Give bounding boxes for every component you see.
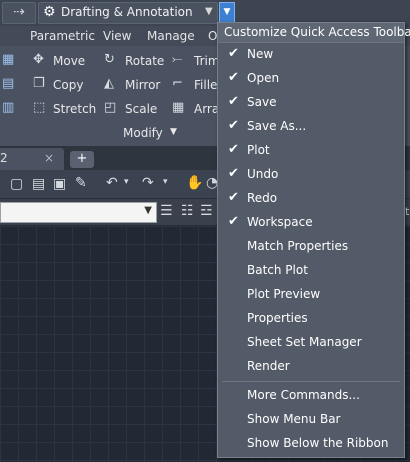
checkmark-icon: ✔ (228, 70, 239, 85)
menu-item-label: New (247, 47, 274, 61)
menu-item-label: Open (247, 71, 280, 85)
menu-title-label: Customize Quick Access Toolbar (224, 25, 410, 39)
close-icon[interactable]: × (44, 151, 54, 165)
draw-icon[interactable]: ▤ (2, 76, 14, 91)
workspace-dropdown[interactable]: ⚙ Drafting & Annotation ▼ (38, 2, 218, 24)
menu-item-label: Save (247, 95, 277, 109)
modify-label: Modify (123, 126, 163, 140)
trim-button[interactable]: Trim (194, 54, 220, 68)
layer-stack-icon[interactable]: ☷ (181, 203, 194, 219)
menu-item-label: Plot (247, 143, 270, 157)
menu-item-label: Properties (247, 311, 308, 325)
menu-item-label: Save As... (247, 119, 307, 133)
menu-item-workspace[interactable]: ✔ Workspace (218, 211, 404, 235)
gear-icon: ⚙ (43, 4, 56, 20)
mirror-button[interactable]: Mirror (125, 78, 160, 92)
move-icon: ✥ (33, 52, 44, 67)
trim-icon: ⤚ (172, 52, 183, 67)
fillet-icon: ⌐ (172, 76, 183, 91)
menu-item-match-properties[interactable]: Match Properties (218, 235, 404, 259)
menu-item-label: Show Below the Ribbon (247, 436, 389, 450)
checkmark-icon: ✔ (228, 118, 239, 133)
stretch-icon: ⬚ (33, 100, 46, 115)
menu-item-plot[interactable]: ✔ Plot (218, 139, 404, 163)
customize-qat-button[interactable]: ▼ (219, 2, 235, 24)
menu-item-label: More Commands... (247, 388, 360, 402)
chevron-down-icon[interactable]: ▾ (163, 177, 168, 187)
move-button[interactable]: Move (53, 54, 85, 68)
pan-icon[interactable]: ✋ (186, 175, 203, 191)
redo-icon[interactable]: ↷ (142, 175, 154, 191)
new-icon[interactable]: ▢ (10, 176, 23, 192)
menu-item-label: Undo (247, 167, 279, 181)
new-tab-button[interactable]: + (70, 151, 94, 168)
copy-button[interactable]: Copy (53, 78, 83, 92)
stretch-button[interactable]: Stretch (53, 102, 96, 116)
tab-parametric[interactable]: Parametric (30, 29, 95, 43)
menu-item-batch-plot[interactable]: Batch Plot (218, 259, 404, 283)
undo-icon[interactable]: ↶ (106, 175, 118, 191)
tab-view[interactable]: View (103, 29, 131, 43)
checkmark-icon: ✔ (228, 94, 239, 109)
menu-item-properties[interactable]: Properties (218, 307, 404, 331)
mirror-icon: ◭ (104, 76, 114, 91)
tab-manage[interactable]: Manage (147, 29, 195, 43)
menu-item-redo[interactable]: ✔ Redo (218, 187, 404, 211)
document-tab-label: 2 (0, 151, 8, 165)
array-icon: ▦ (172, 100, 185, 115)
menu-item-undo[interactable]: ✔ Undo (218, 163, 404, 187)
menu-item-label: Sheet Set Manager (247, 335, 362, 349)
menu-item-label: Show Menu Bar (247, 412, 341, 426)
menu-item-label: Match Properties (247, 239, 349, 253)
modify-panel-label[interactable]: Modify ▼ (100, 124, 210, 144)
redo-arrow-icon[interactable]: ⇢ (2, 2, 36, 24)
chevron-down-icon: ▼ (205, 6, 213, 17)
chevron-down-icon[interactable]: ▾ (124, 177, 129, 187)
draw-icon[interactable]: ▥ (2, 100, 14, 115)
rotate-icon: ↻ (104, 52, 115, 67)
paste-icon[interactable]: ▤ (32, 176, 45, 192)
checkmark-icon: ✔ (228, 214, 239, 229)
rotate-button[interactable]: Rotate (125, 54, 164, 68)
match-properties-icon[interactable]: ✎ (75, 175, 87, 191)
layer-freeze-icon[interactable]: ☲ (200, 203, 213, 219)
menu-item-sheet-set-manager[interactable]: Sheet Set Manager (218, 331, 404, 355)
checkmark-icon: ✔ (228, 166, 239, 181)
save-icon[interactable]: ▣ (53, 176, 66, 192)
layer-dropdown[interactable]: ▼ (0, 202, 157, 223)
customize-qat-menu: Customize Quick Access Toolbar ✔ New ✔ O… (217, 22, 410, 458)
document-tab[interactable]: 2 × (0, 148, 64, 170)
chevron-down-icon: ▼ (170, 127, 177, 137)
menu-item-show-menu-bar[interactable]: Show Menu Bar (218, 408, 404, 432)
menu-item-save[interactable]: ✔ Save (218, 91, 404, 115)
chevron-down-icon: ▼ (144, 205, 152, 216)
menu-item-render[interactable]: Render (218, 355, 404, 379)
checkmark-icon: ✔ (228, 190, 239, 205)
menu-item-show-below-ribbon[interactable]: Show Below the Ribbon (218, 432, 404, 456)
menu-item-save-as[interactable]: ✔ Save As... (218, 115, 404, 139)
scale-button[interactable]: Scale (125, 102, 157, 116)
draw-icon[interactable]: ▦ (2, 52, 14, 67)
menu-item-label: Workspace (247, 215, 313, 229)
menu-divider (222, 381, 400, 382)
menu-title: Customize Quick Access Toolbar (218, 23, 410, 43)
menu-item-more-commands[interactable]: More Commands... (218, 384, 404, 408)
copy-icon: ❐ (33, 76, 45, 91)
menu-item-label: Plot Preview (247, 287, 321, 301)
menu-item-label: Redo (247, 191, 278, 205)
menu-item-new[interactable]: ✔ New (218, 43, 404, 67)
menu-item-plot-preview[interactable]: Plot Preview (218, 283, 404, 307)
checkmark-icon: ✔ (228, 142, 239, 157)
menu-item-label: Render (247, 359, 290, 373)
menu-item-label: Batch Plot (247, 263, 308, 277)
menu-item-open[interactable]: ✔ Open (218, 67, 404, 91)
checkmark-icon: ✔ (228, 46, 239, 61)
layer-state-icon[interactable]: ☰ (160, 203, 173, 219)
scale-icon: ◰ (104, 100, 117, 115)
workspace-label: Drafting & Annotation (61, 5, 193, 19)
